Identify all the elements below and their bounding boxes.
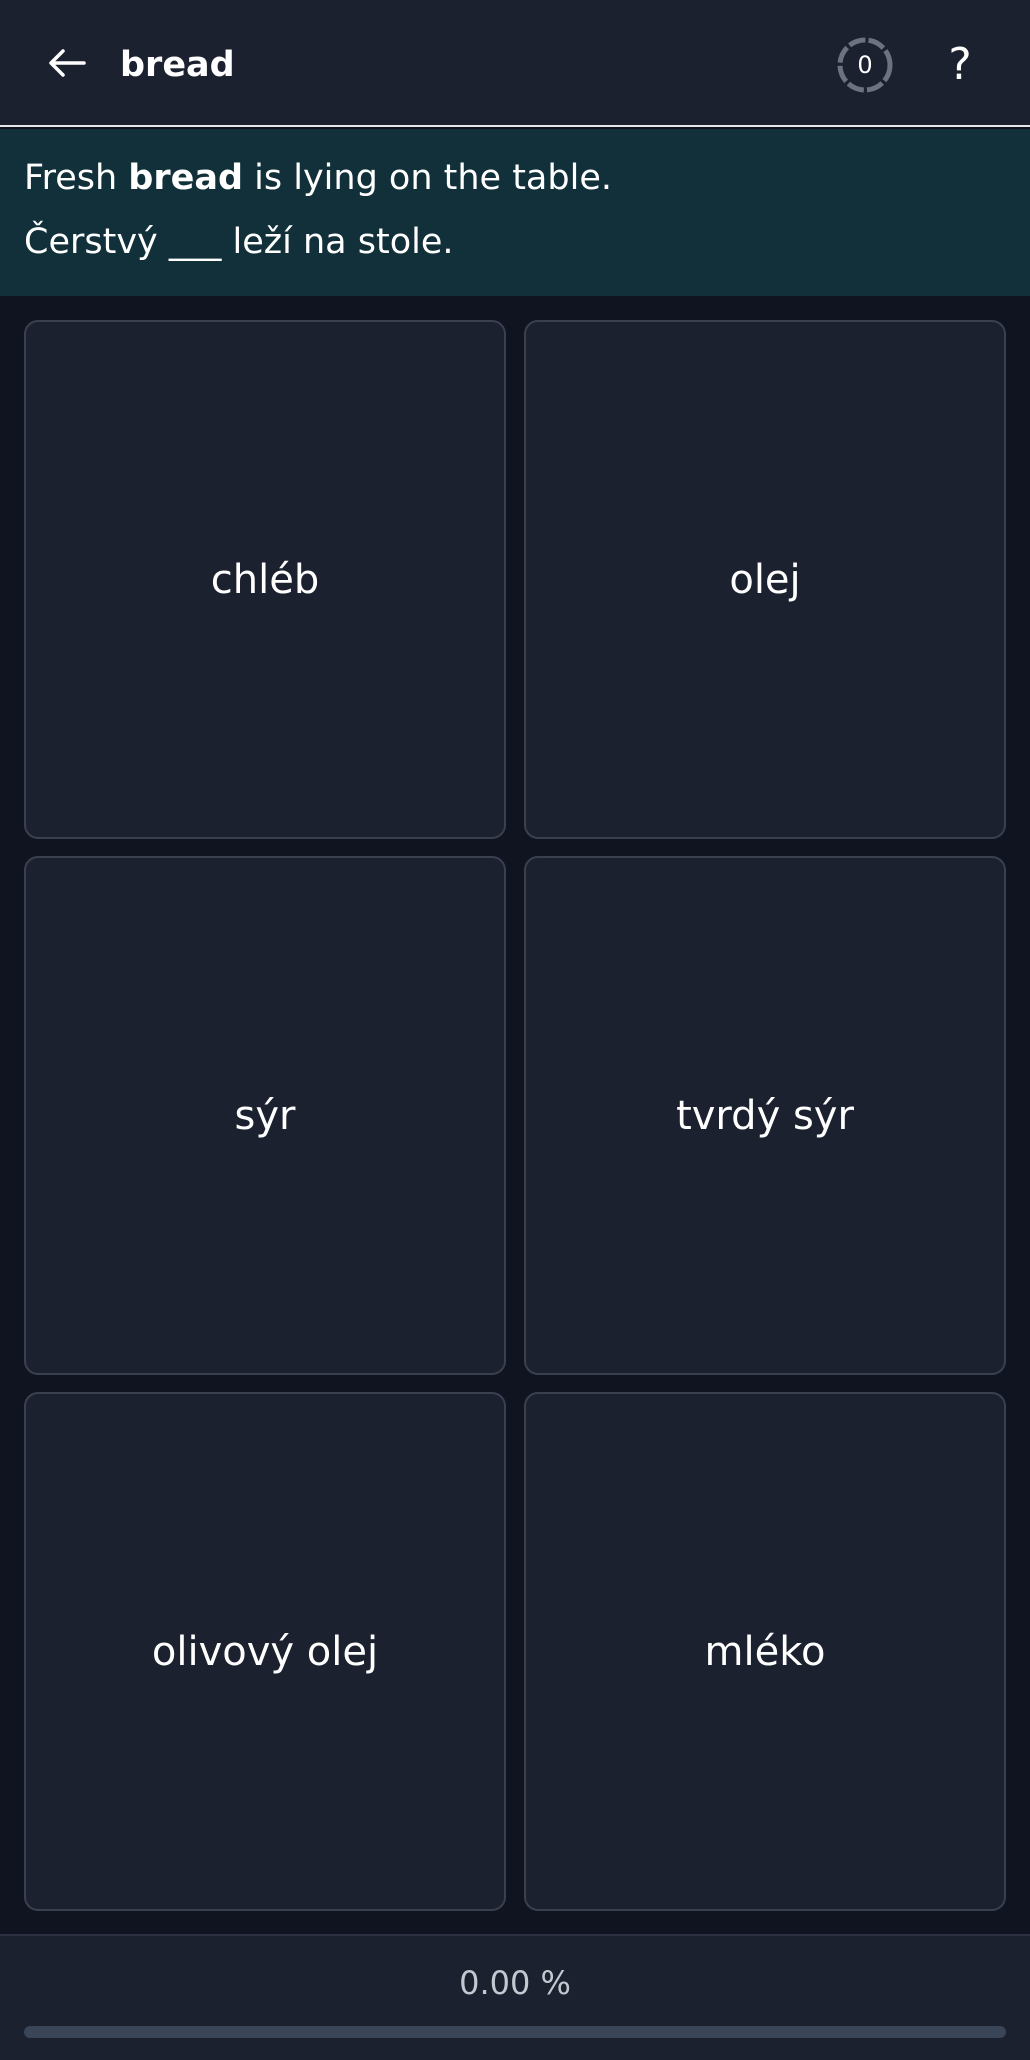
answer-option-chleb[interactable]: chléb: [24, 320, 506, 839]
sentence-panel: Fresh bread is lying on the table. Čerst…: [0, 129, 1030, 296]
target-word: bread: [128, 158, 244, 198]
app: bread 0 ? Fresh bread is lying on the ta…: [0, 0, 1030, 2060]
answer-option-tvrdy-syr[interactable]: tvrdý sýr: [524, 856, 1006, 1375]
progress-footer: 0.00 %: [0, 1934, 1030, 2060]
answer-option-olej[interactable]: olej: [524, 320, 1006, 839]
english-sentence: Fresh bread is lying on the table.: [24, 155, 612, 201]
page-title: bread: [120, 45, 235, 85]
counter-value: 0: [857, 51, 873, 79]
answer-option-syr[interactable]: sýr: [24, 856, 506, 1375]
top-bar: bread 0 ?: [0, 0, 1030, 127]
answer-grid: chléb olej sýr tvrdý sýr olivový olej ml…: [24, 320, 1006, 1911]
answer-option-olivovy-olej[interactable]: olivový olej: [24, 1392, 506, 1911]
streak-counter[interactable]: 0: [835, 35, 895, 95]
english-sentence-end: is lying on the table.: [243, 158, 612, 198]
arrow-left-icon: [49, 49, 86, 77]
english-sentence-start: Fresh: [24, 158, 129, 198]
czech-sentence: Čerstvý ___ leží na stole.: [24, 222, 454, 262]
progress-bar: [24, 2026, 1006, 2038]
progress-percentage: 0.00 %: [459, 1964, 571, 2002]
back-button[interactable]: [42, 38, 92, 88]
answer-option-mleko[interactable]: mléko: [524, 1392, 1006, 1911]
help-button[interactable]: ?: [935, 32, 985, 96]
